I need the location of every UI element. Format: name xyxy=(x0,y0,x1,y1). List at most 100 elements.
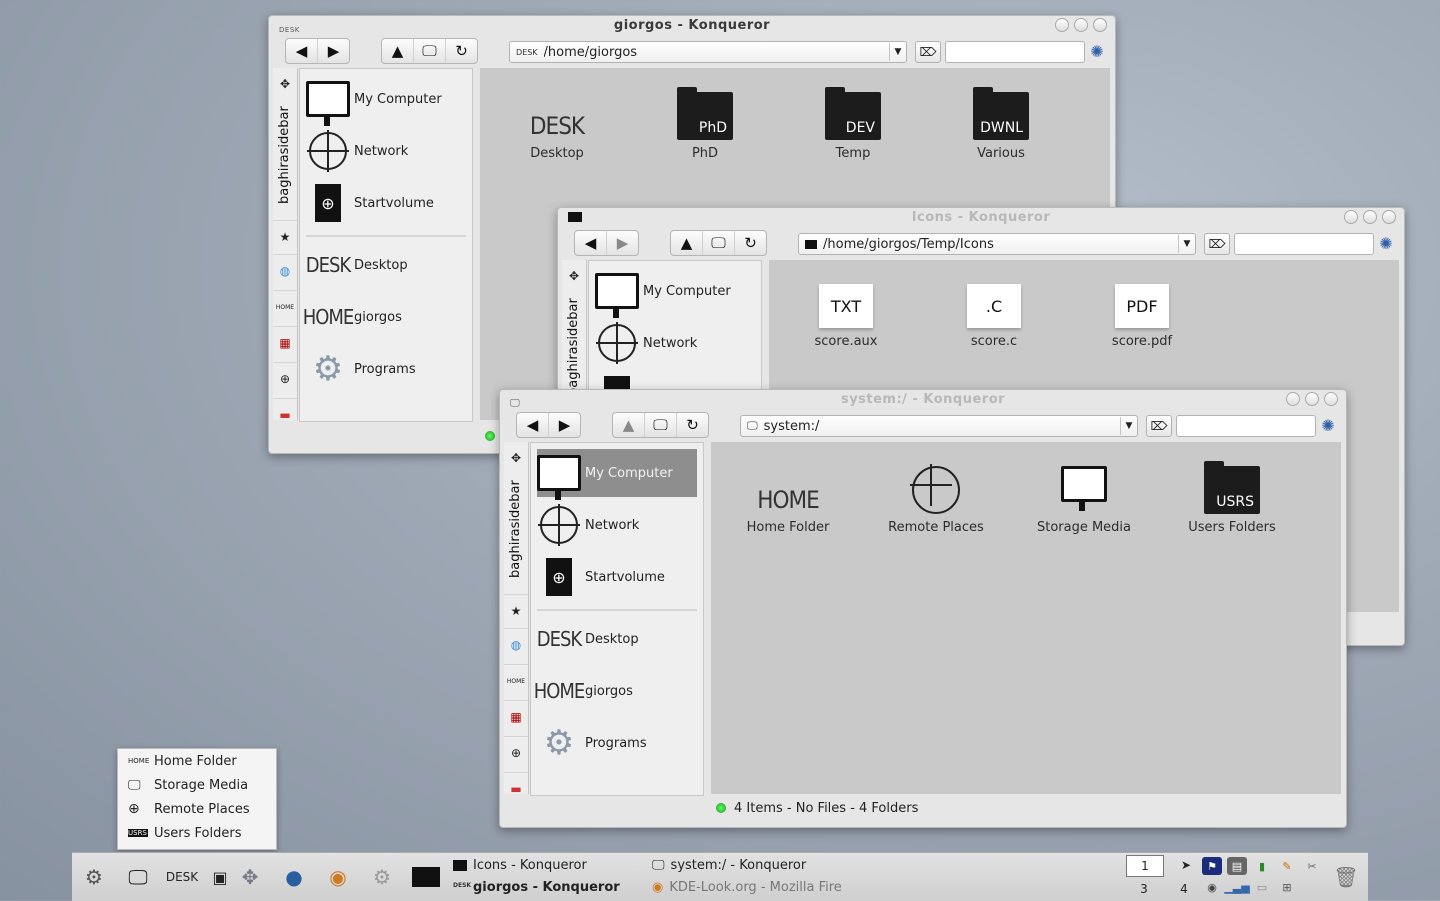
settings-launcher[interactable]: ⚙ xyxy=(364,859,400,895)
tab-web[interactable]: ◍ xyxy=(273,254,297,287)
tab-media[interactable]: ▦ xyxy=(504,700,528,733)
back-button[interactable]: ◀ xyxy=(575,231,607,255)
tab-network[interactable]: ⊕ xyxy=(504,736,528,769)
file-item[interactable]: DESK Desktop xyxy=(487,74,627,161)
window-titlebar[interactable]: DESK giorgos - Konqueror xyxy=(269,16,1115,38)
tab-bookmarks[interactable]: ★ xyxy=(273,220,297,253)
file-item[interactable]: HOME Home Folder xyxy=(718,448,858,535)
battery-icon[interactable]: ▮ xyxy=(1252,857,1272,875)
file-item[interactable]: Storage Media xyxy=(1014,448,1154,535)
tab-bookmarks[interactable]: ★ xyxy=(504,594,528,627)
forward-button[interactable]: ▶ xyxy=(318,39,349,63)
sidebar-item-programs[interactable]: ⚙ Programs xyxy=(537,719,697,767)
task-icons-konqueror[interactable]: Icons - Konqueror xyxy=(453,855,587,875)
search-input[interactable] xyxy=(1176,415,1316,437)
sidebar-item-startvolume[interactable]: ⊕ Startvolume xyxy=(306,179,466,227)
location-bar[interactable]: 🖵 system:/ ▼ xyxy=(740,415,1138,437)
menu-item-users-folders[interactable]: USRS Users Folders xyxy=(118,821,276,845)
location-dropdown-button[interactable]: ▼ xyxy=(889,43,906,61)
close-button[interactable] xyxy=(1324,392,1338,406)
keyboard-layout-icon[interactable]: ⚑ xyxy=(1202,857,1222,875)
sidebar-item-desktop[interactable]: DESK Desktop xyxy=(537,615,697,663)
file-view[interactable]: HOME Home Folder Remote Places Storage M… xyxy=(711,442,1341,794)
tab-web[interactable]: ◍ xyxy=(504,628,528,661)
close-button[interactable] xyxy=(1093,18,1107,32)
kde-menu-button[interactable]: ⚙ xyxy=(76,859,112,895)
tab-baghirasidebar[interactable]: baghirasidebar xyxy=(566,296,582,396)
file-item[interactable]: PDF score.pdf xyxy=(1072,262,1212,349)
back-button[interactable]: ◀ xyxy=(286,39,318,63)
minimize-button[interactable] xyxy=(1286,392,1300,406)
file-item[interactable]: Remote Places xyxy=(866,448,1006,535)
folder-item[interactable]: DWNL Various xyxy=(931,74,1071,161)
up-button[interactable]: ▲ xyxy=(671,231,703,255)
signal-icon[interactable]: ▁▃▅ xyxy=(1224,878,1249,896)
sidebar-item-network[interactable]: Network xyxy=(306,127,466,175)
clipboard-icon[interactable]: ✂ xyxy=(1302,857,1322,875)
minimize-button[interactable] xyxy=(1344,210,1358,224)
window-titlebar[interactable]: 🖵 system:/ - Konqueror xyxy=(500,390,1346,412)
up-button[interactable]: ▲ xyxy=(382,39,414,63)
location-bar[interactable]: DESK /home/giorgos ▼ xyxy=(509,41,907,63)
tab-media[interactable]: ▦ xyxy=(273,326,297,359)
sidebar-item-my-computer[interactable]: My Computer xyxy=(306,75,466,126)
disk-icon[interactable]: ▭ xyxy=(1252,878,1272,896)
console-launcher[interactable] xyxy=(408,859,444,895)
reload-button[interactable]: ↻ xyxy=(735,231,766,255)
location-dropdown-button[interactable]: ▼ xyxy=(1120,417,1137,435)
maximize-button[interactable] xyxy=(1363,210,1377,224)
up-button[interactable]: ▲ xyxy=(613,413,645,437)
pager-desktop-3[interactable]: 3 xyxy=(1126,879,1162,899)
home-button[interactable]: 🖵 xyxy=(703,231,735,255)
home-button[interactable]: 🖵 xyxy=(645,413,677,437)
window-titlebar[interactable]: Icons - Konqueror xyxy=(558,208,1404,230)
location-dropdown-button[interactable]: ▼ xyxy=(1178,235,1195,253)
tab-konqueror[interactable]: ✥ xyxy=(562,260,586,292)
sidebar-item-programs[interactable]: ⚙ Programs xyxy=(306,345,466,393)
maximize-button[interactable] xyxy=(1074,18,1088,32)
search-input[interactable] xyxy=(945,41,1085,63)
reload-button[interactable]: ↻ xyxy=(446,39,477,63)
search-input[interactable] xyxy=(1234,233,1374,255)
sidebar-item-startvolume[interactable]: ⊕ Startvolume xyxy=(537,553,697,601)
tools-icon[interactable]: ✎ xyxy=(1277,857,1297,875)
tab-folders[interactable]: ▬ xyxy=(273,398,297,431)
task-giorgos-konqueror[interactable]: DESK giorgos - Konqueror xyxy=(453,877,620,897)
close-button[interactable] xyxy=(1382,210,1396,224)
trash-button[interactable]: 🗑 xyxy=(1328,859,1364,895)
folder-item[interactable]: DEV Temp xyxy=(783,74,923,161)
tab-konqueror[interactable]: ✥ xyxy=(273,68,297,100)
forward-button[interactable]: ▶ xyxy=(549,413,580,437)
desktop-launcher[interactable]: DESK xyxy=(164,859,200,895)
reload-button[interactable]: ↻ xyxy=(677,413,708,437)
menu-item-home-folder[interactable]: HOME Home Folder xyxy=(118,749,276,773)
tab-network[interactable]: ⊕ xyxy=(273,362,297,395)
printer-icon[interactable]: ▤ xyxy=(1227,857,1247,875)
tab-baghirasidebar[interactable]: baghirasidebar xyxy=(277,104,293,204)
firefox-launcher[interactable]: ◉ xyxy=(320,859,356,895)
minimize-button[interactable] xyxy=(1055,18,1069,32)
tab-home[interactable]: HOME xyxy=(504,664,528,697)
clear-location-button[interactable]: ⌦ xyxy=(915,41,941,63)
konqueror-launcher[interactable]: ✥ xyxy=(232,859,268,895)
volume-icon[interactable]: ◉ xyxy=(1202,878,1222,896)
clear-location-button[interactable]: ⌦ xyxy=(1204,233,1230,255)
pager-desktop-1[interactable]: 1 xyxy=(1126,855,1164,877)
task-kde-look-firefox[interactable]: ◉ KDE-Look.org - Mozilla Fire xyxy=(652,877,844,897)
folder-item[interactable]: PhD PhD xyxy=(635,74,775,161)
forward-button[interactable]: ▶ xyxy=(607,231,638,255)
tab-konqueror[interactable]: ✥ xyxy=(504,442,528,474)
sidebar-item-network[interactable]: Network xyxy=(537,501,697,549)
pager-desktop-2[interactable]: ➤ xyxy=(1168,855,1204,875)
sidebar-item-my-computer[interactable]: My Computer xyxy=(537,449,697,500)
tab-baghirasidebar[interactable]: baghirasidebar xyxy=(508,478,524,578)
tab-home[interactable]: HOME xyxy=(273,290,297,323)
file-item[interactable]: TXT score.aux xyxy=(776,262,916,349)
tab-folders[interactable]: ▬ xyxy=(504,772,528,805)
menu-item-remote-places[interactable]: ⊕ Remote Places xyxy=(118,797,276,821)
pager-desktop-4[interactable]: 4 xyxy=(1166,879,1202,899)
clear-location-button[interactable]: ⌦ xyxy=(1146,415,1172,437)
back-button[interactable]: ◀ xyxy=(517,413,549,437)
home-button[interactable]: 🖵 xyxy=(414,39,446,63)
folder-item[interactable]: USRS Users Folders xyxy=(1162,448,1302,535)
